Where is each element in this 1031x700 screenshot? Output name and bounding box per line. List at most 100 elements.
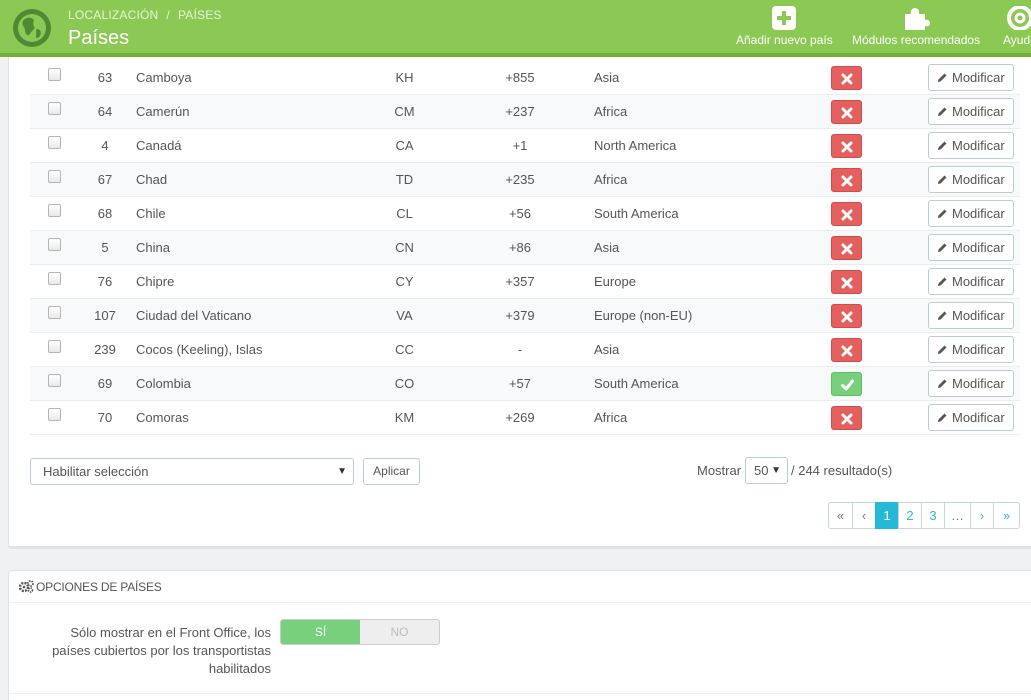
country-iso-code: CC: [395, 342, 414, 357]
status-disabled-toggle[interactable]: [831, 66, 862, 90]
bulk-actions-select[interactable]: Habilitar selección ▼: [30, 458, 354, 485]
status-enabled-toggle[interactable]: [831, 372, 862, 396]
country-iso-code: TD: [395, 172, 414, 187]
edit-country-button[interactable]: Modificar: [928, 370, 1014, 397]
cross-icon: [841, 141, 853, 153]
table-row: 76 Chipre CY +357 Europe Modificar: [30, 265, 1020, 299]
row-checkbox[interactable]: [48, 204, 61, 217]
country-zone: Africa: [594, 410, 628, 425]
row-checkbox[interactable]: [48, 340, 61, 353]
country-name: Colombia: [136, 376, 191, 391]
table-row: 70 Comoras KM +269 Africa Modificar: [30, 401, 1020, 435]
row-checkbox[interactable]: [48, 374, 61, 387]
edit-country-button[interactable]: Modificar: [928, 234, 1014, 261]
country-zone: Asia: [594, 240, 620, 255]
page-header: LOCALIZACIÓN / PAÍSES Países Añadir nuevo …: [0, 0, 1031, 57]
row-checkbox[interactable]: [48, 408, 61, 421]
page-title: Países: [68, 27, 130, 49]
status-disabled-toggle[interactable]: [831, 270, 862, 294]
last-page-button[interactable]: »: [993, 502, 1020, 529]
edit-country-button[interactable]: Modificar: [928, 132, 1014, 159]
table-row: 5 China CN +86 Asia Modificar: [30, 231, 1020, 265]
restrict-countries-label: Sólo mostrar en el Front Office, los paí…: [52, 625, 271, 676]
table-row: 64 Camerún CM +237 Africa Modificar: [30, 95, 1020, 129]
table-row: 4 Canadá CA +1 North America Modificar: [30, 129, 1020, 163]
country-name: Camboya: [136, 70, 192, 85]
row-checkbox[interactable]: [48, 136, 61, 149]
edit-country-button[interactable]: Modificar: [928, 166, 1014, 193]
add-new-country-button[interactable]: Añadir nuevo país: [736, 6, 833, 47]
bulk-actions-value: Habilitar selección: [43, 464, 149, 479]
edit-country-button[interactable]: Modificar: [928, 98, 1014, 125]
edit-country-button[interactable]: Modificar: [928, 302, 1014, 329]
switch-yes-option[interactable]: SÍ: [281, 620, 360, 644]
row-checkbox[interactable]: [48, 272, 61, 285]
country-call-prefix: +855: [505, 70, 535, 85]
edit-country-button[interactable]: Modificar: [928, 336, 1014, 363]
row-checkbox[interactable]: [48, 170, 61, 183]
status-disabled-toggle[interactable]: [831, 406, 862, 430]
country-options-panel: OPCIONES DE PAÍSES Sólo mostrar en el Fr…: [8, 570, 1031, 700]
edit-country-button[interactable]: Modificar: [928, 268, 1014, 295]
first-page-button[interactable]: «: [828, 502, 853, 529]
country-name: Camerún: [136, 104, 190, 119]
country-name: Cocos (Keeling), Islas: [136, 342, 263, 357]
edit-button-label: Modificar: [952, 410, 1005, 425]
edit-button-label: Modificar: [952, 240, 1005, 255]
row-checkbox[interactable]: [48, 238, 61, 251]
country-id: 76: [97, 274, 113, 289]
edit-button-label: Modificar: [952, 138, 1005, 153]
apply-bulk-button[interactable]: Aplicar: [363, 458, 420, 485]
breadcrumb-item-paises[interactable]: PAÍSES: [178, 8, 222, 22]
pencil-icon: [938, 73, 947, 82]
help-button[interactable]: Ayuda: [1003, 6, 1031, 47]
pages-ellipsis: …: [944, 502, 971, 529]
results-count: / 244 resultado(s): [791, 463, 893, 478]
switch-no-option[interactable]: NO: [360, 620, 439, 644]
country-name: Canadá: [136, 138, 182, 153]
recommended-modules-label: Módulos recomendados: [852, 33, 981, 47]
per-page-select[interactable]: 50 ▼: [745, 457, 788, 484]
status-disabled-toggle[interactable]: [831, 202, 862, 226]
country-id: 239: [94, 342, 116, 357]
pencil-icon: [938, 175, 947, 184]
country-name: Chipre: [136, 274, 175, 289]
lifebuoy-icon: [1006, 6, 1031, 30]
next-page-button[interactable]: ›: [970, 502, 994, 529]
globe-icon: [13, 9, 51, 47]
page-3-button[interactable]: 3: [921, 502, 945, 529]
pencil-icon: [938, 413, 947, 422]
country-call-prefix: +357: [505, 274, 535, 289]
pencil-icon: [938, 209, 947, 218]
country-call-prefix: +56: [508, 206, 532, 221]
pencil-icon: [938, 243, 947, 252]
country-iso-code: KM: [394, 410, 415, 425]
pencil-icon: [938, 107, 947, 116]
table-row: 107 Ciudad del Vaticano VA +379 Europe (non-…: [30, 299, 1020, 333]
row-checkbox[interactable]: [48, 68, 61, 81]
country-call-prefix: +86: [508, 240, 532, 255]
country-call-prefix: +1: [512, 138, 528, 153]
status-disabled-toggle[interactable]: [831, 100, 862, 124]
status-disabled-toggle[interactable]: [831, 236, 862, 260]
restrict-countries-switch[interactable]: SÍ NO: [280, 619, 440, 645]
check-icon: [841, 379, 854, 391]
edit-country-button[interactable]: Modificar: [928, 404, 1014, 431]
previous-page-button[interactable]: ‹: [852, 502, 876, 529]
status-disabled-toggle[interactable]: [831, 168, 862, 192]
cross-icon: [841, 277, 853, 289]
edit-country-button[interactable]: Modificar: [928, 64, 1014, 91]
recommended-modules-button[interactable]: Módulos recomendados: [852, 6, 980, 47]
row-checkbox[interactable]: [48, 102, 61, 115]
status-disabled-toggle[interactable]: [831, 134, 862, 158]
status-disabled-toggle[interactable]: [831, 304, 862, 328]
edit-country-button[interactable]: Modificar: [928, 200, 1014, 227]
breadcrumb-item-localizacion[interactable]: LOCALIZACIÓN: [68, 8, 158, 22]
country-zone: Europe (non-EU): [594, 308, 693, 323]
page-1-button[interactable]: 1: [875, 502, 899, 529]
countries-list-panel: 63 Camboya KH +855 Asia Modificar 64 Camerún CM +…: [8, 57, 1031, 549]
row-checkbox[interactable]: [48, 306, 61, 319]
page-2-button[interactable]: 2: [898, 502, 922, 529]
country-name: Ciudad del Vaticano: [136, 308, 252, 323]
status-disabled-toggle[interactable]: [831, 338, 862, 362]
